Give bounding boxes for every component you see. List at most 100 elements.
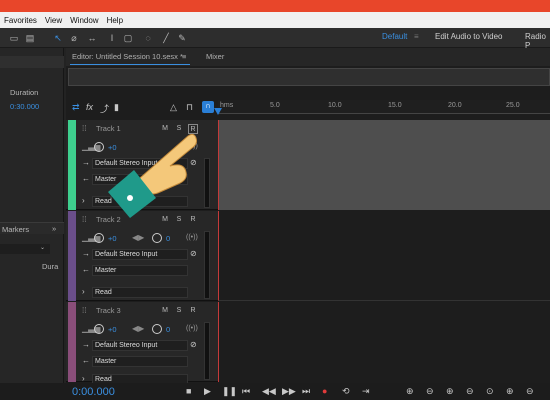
menu-favorites[interactable]: Favorites (0, 16, 41, 25)
previous-icon[interactable]: ⏮ (242, 386, 250, 397)
loop-icon[interactable]: ⟲ (342, 386, 350, 397)
file-duration-value: 0:30.000 (10, 102, 40, 111)
volume-value[interactable]: +0 (108, 234, 117, 243)
stereo-pan-icon[interactable]: ((•)) (186, 234, 198, 241)
metronome-icon[interactable]: △ (170, 102, 177, 113)
record-arm-button[interactable]: R (188, 306, 198, 316)
fast-forward-icon[interactable]: ▶▶ (282, 386, 296, 397)
pan-knob[interactable] (152, 324, 162, 334)
tab-mixer[interactable]: Mixer (206, 52, 224, 61)
input-monitor-icon[interactable]: ⊘ (190, 340, 197, 349)
track-2-header[interactable]: ⁞⁞ Track 2 M S R ▁▃▅ +0 ◀▶ 0 ((•)) → Def… (66, 211, 218, 301)
play-icon[interactable]: ▶ (204, 386, 211, 397)
track-2-lane[interactable] (218, 211, 550, 301)
expand-chevron-icon[interactable]: › (82, 196, 85, 205)
pause-icon[interactable]: ❚❚ (222, 386, 237, 397)
time-selection-tool-icon[interactable]: I (106, 32, 118, 44)
slip-tool-icon[interactable]: ↔ (86, 32, 98, 44)
volume-knob[interactable] (94, 233, 104, 243)
pan-icon: ◀▶ (132, 233, 145, 242)
zoom-out-time-icon[interactable]: ⊖ (466, 386, 474, 397)
track-output-select[interactable]: Master (92, 356, 188, 367)
markers-duration-column-header[interactable]: Dura (42, 262, 58, 271)
track-input-select[interactable]: Default Stereo Input (92, 249, 188, 260)
pan-value[interactable]: 0 (166, 325, 170, 334)
left-panel-search[interactable] (0, 56, 64, 68)
rewind-icon[interactable]: ◀◀ (262, 386, 276, 397)
track-name[interactable]: Track 3 (96, 306, 121, 315)
ruler-unit-label: hms (220, 102, 234, 109)
workspace-edit-audio-to-video[interactable]: Edit Audio to Video (435, 32, 502, 41)
eq-icon[interactable]: ▮ (114, 102, 119, 113)
next-icon[interactable]: ⏭ (302, 386, 310, 397)
expand-chevron-icon[interactable]: › (82, 374, 85, 383)
brush-tool-icon[interactable]: ╱ (160, 32, 172, 44)
tab-menu-icon[interactable]: ≡ (182, 52, 186, 61)
razor-tool-icon[interactable]: ⌀ (68, 32, 80, 44)
stereo-pan-icon[interactable]: ((•)) (186, 325, 198, 332)
effects-rack-icon[interactable]: fx (86, 102, 93, 112)
workspace-default[interactable]: Default (382, 32, 407, 41)
duration-column-header[interactable]: Duration (10, 88, 38, 97)
tab-markers[interactable]: Markers (2, 225, 29, 234)
spot-healing-tool-icon[interactable]: ✎ (176, 32, 188, 44)
menu-bar: Favorites View Window Help (0, 12, 550, 28)
automation-mode-select[interactable]: Read (92, 287, 188, 298)
solo-button[interactable]: S (174, 306, 184, 316)
expand-chevron-icon[interactable]: › (82, 287, 85, 296)
drag-handle-icon[interactable]: ⁞⁞ (82, 306, 86, 315)
workspace-menu-icon[interactable]: ≡ (414, 32, 419, 41)
markers-tab-bar: Markers » (0, 222, 64, 234)
waveform-view-icon[interactable]: ▭ (8, 32, 20, 44)
track-color-strip (68, 120, 76, 210)
lasso-tool-icon[interactable]: ◌ (142, 32, 154, 44)
app-title-bar (0, 0, 550, 12)
track-output-select[interactable]: Master (92, 265, 188, 276)
pan-knob[interactable] (152, 233, 162, 243)
input-arrow-icon: → (82, 340, 90, 349)
sends-icon[interactable]: ⤴ (100, 102, 109, 115)
marquee-tool-icon[interactable]: ▢ (122, 32, 134, 44)
zoom-out-amplitude-icon[interactable]: ⊖ (426, 386, 434, 397)
record-icon[interactable]: ● (322, 386, 327, 396)
zoom-out-playhead-icon[interactable]: ⊖ (526, 386, 534, 397)
zoom-out-full-icon[interactable]: ⊙ (486, 386, 494, 397)
track-3-header[interactable]: ⁞⁞ Track 3 M S R ▁▃▅ +0 ◀▶ 0 ((•)) → Def… (66, 302, 218, 385)
panel-overflow-icon[interactable]: » (52, 224, 56, 233)
ruler-tick: 15.0 (388, 102, 402, 109)
zoom-in-amplitude-icon[interactable]: ⊕ (406, 386, 414, 397)
menu-view[interactable]: View (41, 16, 66, 25)
drag-handle-icon[interactable]: ⁞⁞ (82, 215, 86, 224)
input-monitor-icon[interactable]: ⊘ (190, 249, 197, 258)
zoom-in-time-icon[interactable]: ⊕ (446, 386, 454, 397)
volume-value[interactable]: +0 (108, 325, 117, 334)
skip-selection-icon[interactable]: ⇥ (362, 386, 370, 397)
pan-value[interactable]: 0 (166, 234, 170, 243)
track-input-select[interactable]: Default Stereo Input (92, 340, 188, 351)
overview-bar[interactable] (68, 68, 550, 86)
timecode-display[interactable]: 0:00.000 (72, 386, 115, 398)
menu-help[interactable]: Help (103, 16, 127, 25)
tab-editor[interactable]: Editor: Untitled Session 10.sesx * (72, 52, 183, 61)
mute-button[interactable]: M (160, 306, 170, 316)
snap-icon[interactable]: ⊓ (186, 102, 193, 113)
multitrack-view-icon[interactable]: ▤ (24, 32, 36, 44)
move-tool-icon[interactable]: ↖ (52, 32, 64, 44)
ruler-tick: 20.0 (448, 102, 462, 109)
stop-icon[interactable]: ■ (186, 386, 191, 396)
headphones-icon[interactable]: ∩ (202, 101, 214, 113)
output-arrow-icon: ← (82, 356, 90, 365)
track-1-lane[interactable] (218, 120, 550, 210)
timeline-ruler[interactable]: hms 5.0 10.0 15.0 20.0 25.0 (214, 100, 550, 115)
drag-handle-icon[interactable]: ⁞⁞ (82, 124, 86, 133)
output-arrow-icon: ← (82, 174, 90, 183)
inputs-outputs-icon[interactable]: ⇄ (72, 102, 80, 113)
track-color-strip (68, 211, 76, 301)
volume-knob[interactable] (94, 324, 104, 334)
input-arrow-icon: → (82, 249, 90, 258)
chevron-down-icon[interactable]: ⌄ (40, 244, 45, 251)
zoom-in-playhead-icon[interactable]: ⊕ (506, 386, 514, 397)
pan-icon: ◀▶ (132, 324, 145, 333)
track-3-lane[interactable] (218, 302, 550, 382)
menu-window[interactable]: Window (66, 16, 102, 25)
